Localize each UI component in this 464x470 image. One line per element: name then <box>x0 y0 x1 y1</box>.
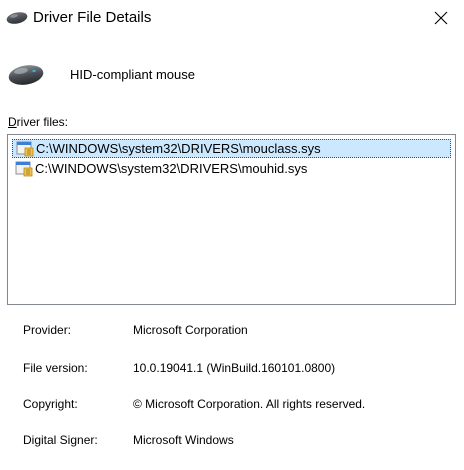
provider-value: Microsoft Corporation <box>133 323 248 337</box>
provider-label: Provider: <box>23 323 72 337</box>
driver-file-icon <box>15 161 33 176</box>
file-version-label: File version: <box>23 361 88 375</box>
copyright-label: Copyright: <box>23 397 78 411</box>
digital-signer-value: Microsoft Windows <box>133 433 234 447</box>
mouse-icon <box>8 65 44 85</box>
file-path: C:\WINDOWS\system32\DRIVERS\mouclass.sys <box>36 141 321 156</box>
list-item[interactable]: C:\WINDOWS\system32\DRIVERS\mouhid.sys <box>12 159 451 178</box>
copyright-value: © Microsoft Corporation. All rights rese… <box>133 397 366 411</box>
close-icon <box>434 11 448 25</box>
file-path: C:\WINDOWS\system32\DRIVERS\mouhid.sys <box>35 161 308 176</box>
driver-file-details-dialog: Driver File Details HID-compliant mouse … <box>0 0 464 470</box>
driver-file-icon <box>16 141 34 156</box>
list-item[interactable]: C:\WINDOWS\system32\DRIVERS\mouclass.sys <box>12 139 451 158</box>
file-version-value: 10.0.19041.1 (WinBuild.160101.0800) <box>133 361 336 375</box>
window-title: Driver File Details <box>33 9 152 26</box>
driver-files-list[interactable]: C:\WINDOWS\system32\DRIVERS\mouclass.sys… <box>7 134 456 305</box>
driver-files-label: Driver files: <box>8 115 69 129</box>
mouse-icon <box>6 12 28 24</box>
close-button[interactable] <box>418 0 464 36</box>
digital-signer-label: Digital Signer: <box>23 433 98 447</box>
title-bar[interactable]: Driver File Details <box>0 0 464 38</box>
device-name: HID-compliant mouse <box>70 67 195 82</box>
